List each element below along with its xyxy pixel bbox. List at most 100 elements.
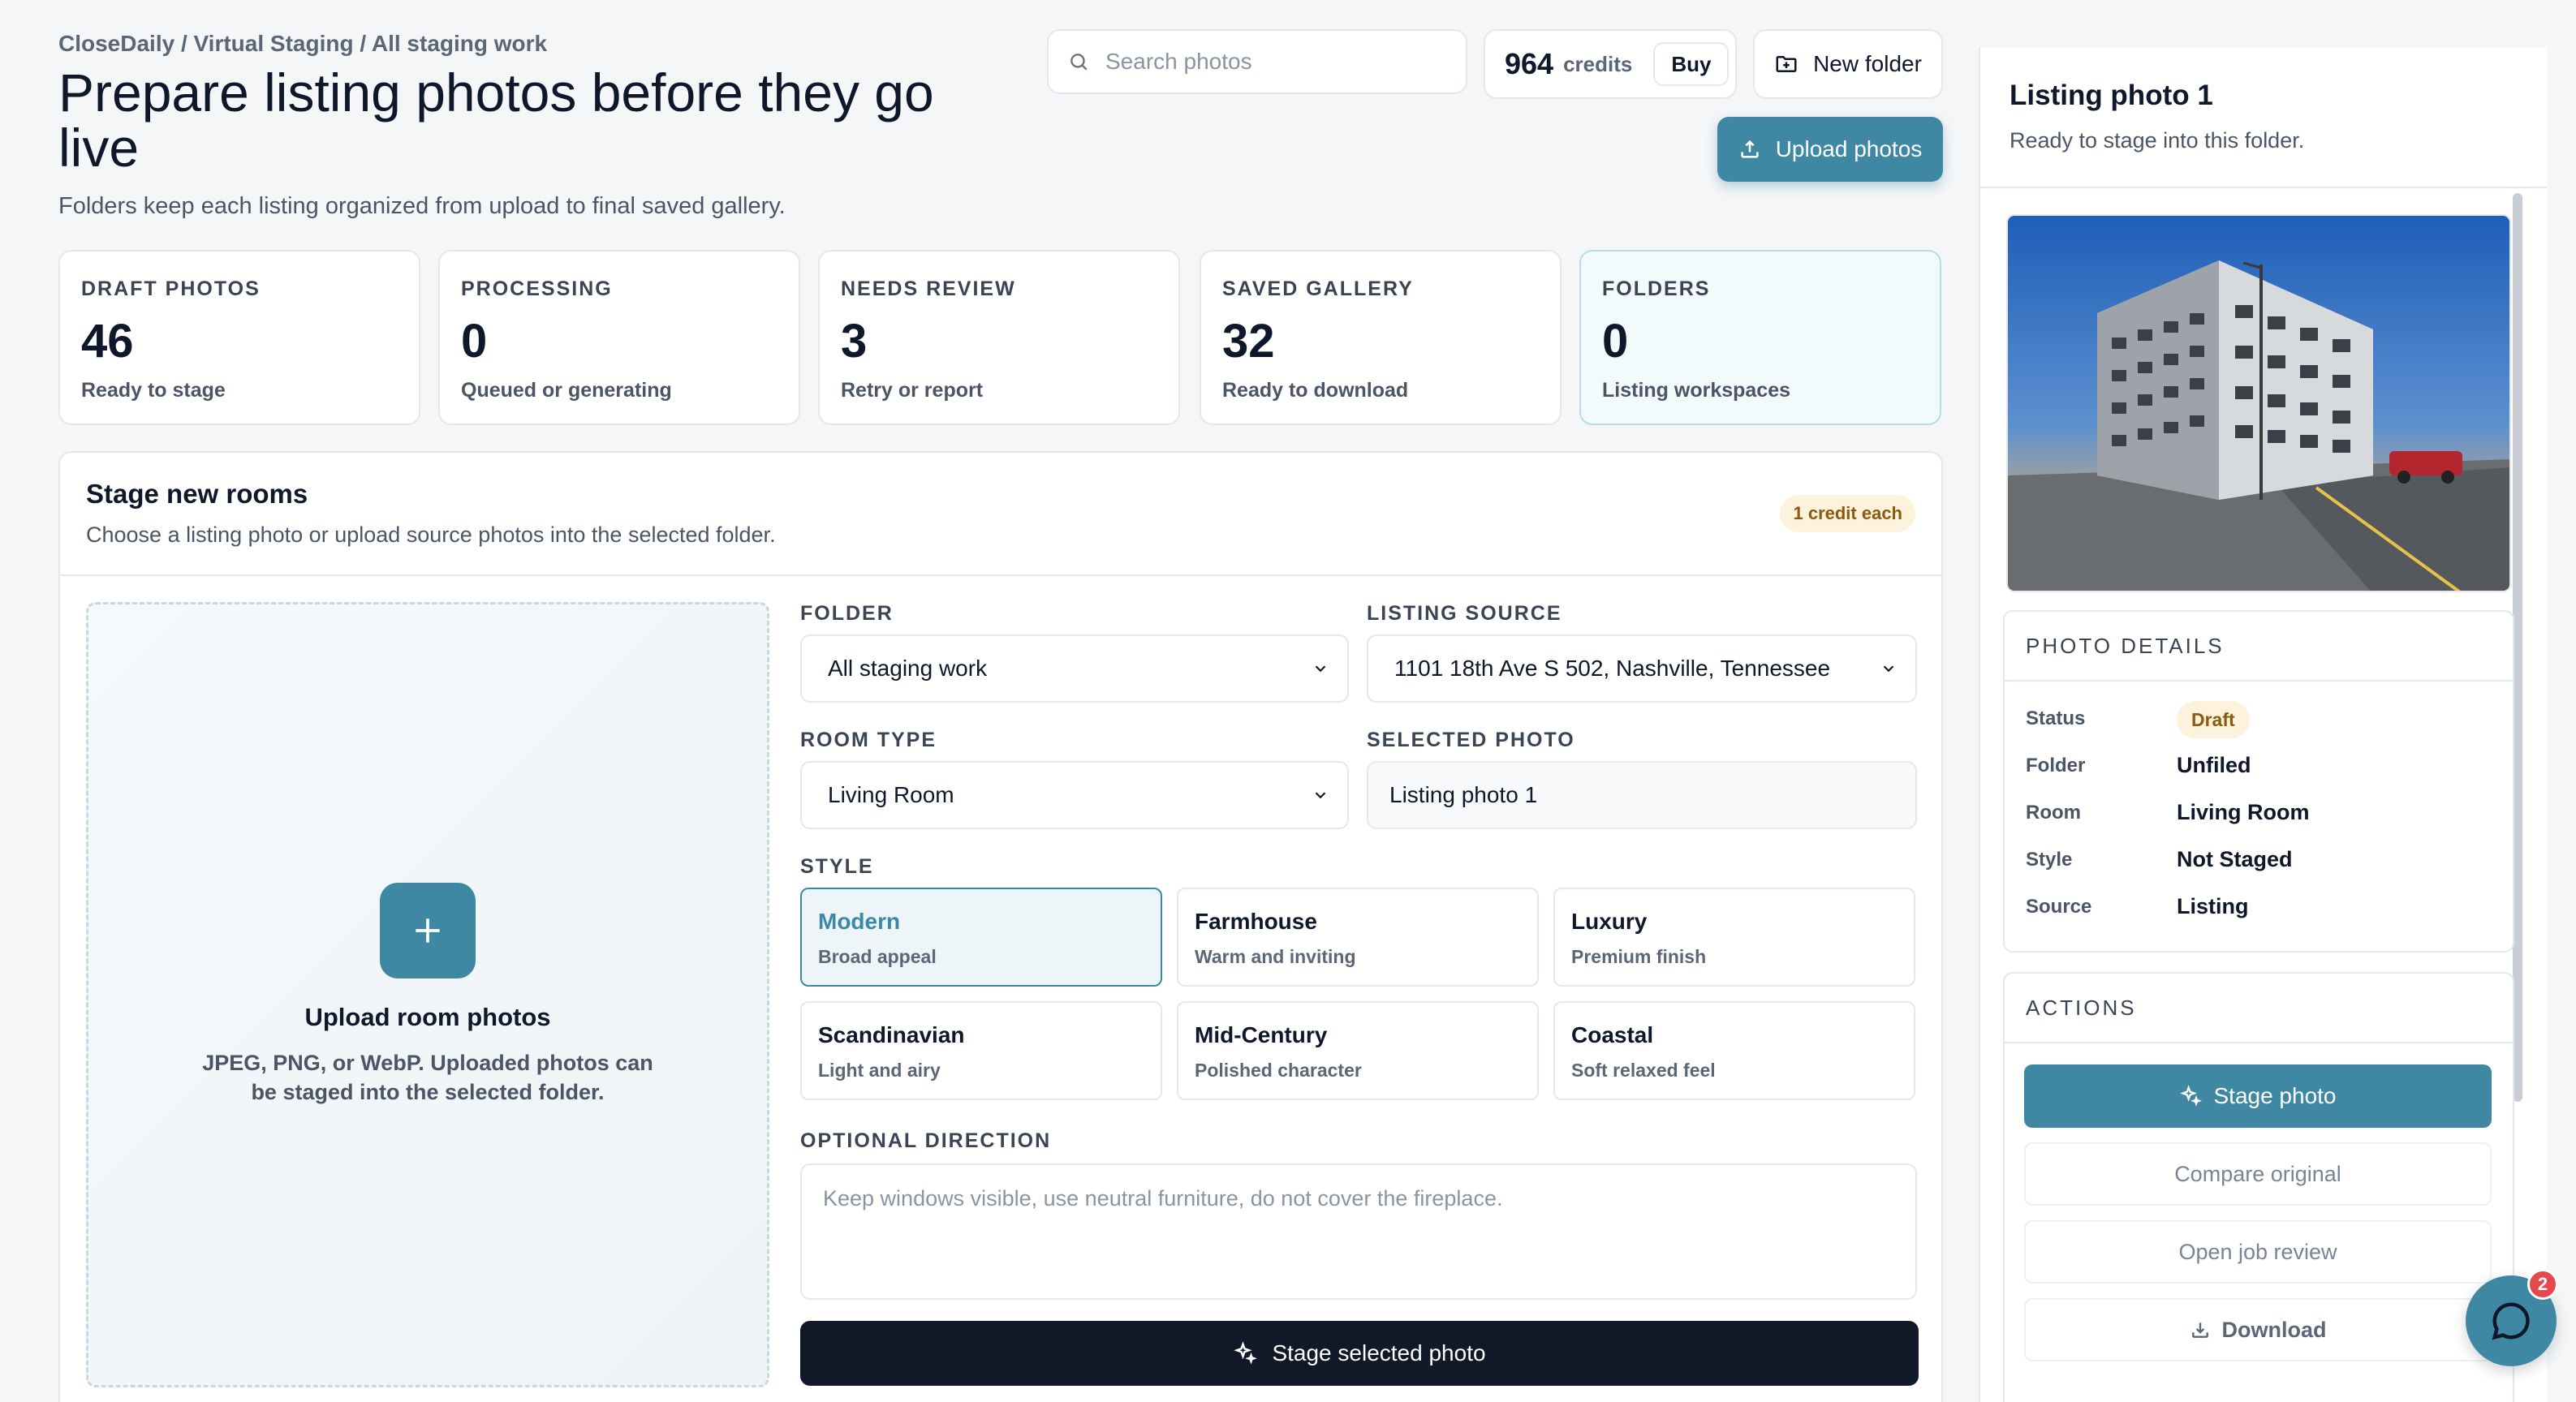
sparkles-icon xyxy=(1234,1341,1258,1365)
detail-key-room: Room xyxy=(2026,802,2081,824)
open-job-review-button[interactable]: Open job review xyxy=(2024,1220,2492,1284)
compare-original-button[interactable]: Compare original xyxy=(2024,1142,2492,1206)
selected-photo-field[interactable]: Listing photo 1 xyxy=(1367,761,1917,829)
detail-key-style: Style xyxy=(2026,849,2073,871)
style-desc: Polished character xyxy=(1195,1060,1362,1081)
listing-photo-preview[interactable] xyxy=(2006,214,2511,592)
style-option-coastal[interactable]: Coastal Soft relaxed feel xyxy=(1553,1001,1915,1100)
stat-value: 3 xyxy=(841,315,868,368)
download-icon xyxy=(2191,1322,2208,1338)
stage-panel-subtitle: Choose a listing photo or upload source … xyxy=(86,523,776,547)
style-name: Scandinavian xyxy=(818,1022,965,1047)
stat-card-folders[interactable]: FOLDERS 0 Listing workspaces xyxy=(1579,250,1941,425)
style-name: Farmhouse xyxy=(1195,909,1317,934)
stat-caption: DRAFT PHOTOS xyxy=(81,277,261,300)
stage-photo-button[interactable]: Stage photo xyxy=(2024,1064,2492,1128)
new-folder-label: New folder xyxy=(1813,51,1922,76)
upload-photos-button[interactable]: Upload photos xyxy=(1717,117,1943,182)
stat-subtext: Queued or generating xyxy=(461,379,672,402)
room-type-select[interactable]: Living Room xyxy=(800,761,1349,829)
stat-value: 0 xyxy=(1602,315,1629,368)
stage-panel-title: Stage new rooms xyxy=(86,479,308,509)
sparkles-icon xyxy=(2180,1085,2203,1107)
style-option-scandinavian[interactable]: Scandinavian Light and airy xyxy=(800,1001,1162,1100)
sidebar-header: Listing photo 1 Ready to stage into this… xyxy=(1980,47,2547,188)
stat-subtext: Retry or report xyxy=(841,379,984,402)
search-icon xyxy=(1070,54,1088,71)
stage-panel-header: Stage new rooms Choose a listing photo o… xyxy=(60,453,1941,576)
style-desc: Broad appeal xyxy=(818,946,937,967)
detail-value-source: Listing xyxy=(2177,894,2249,918)
actions-box: ACTIONS Stage photo Compare original Ope… xyxy=(2003,972,2514,1402)
upload-dropzone[interactable]: Upload room photos JPEG, PNG, or WebP. U… xyxy=(86,602,769,1387)
detail-value-style: Not Staged xyxy=(2177,847,2293,871)
style-name: Luxury xyxy=(1571,909,1648,934)
style-label: STYLE xyxy=(800,855,874,878)
style-option-farmhouse[interactable]: Farmhouse Warm and inviting xyxy=(1177,888,1539,987)
stage-selected-photo-button[interactable]: Stage selected photo xyxy=(800,1321,1919,1386)
optional-direction-textarea[interactable]: Keep windows visible, use neutral furnit… xyxy=(800,1163,1917,1300)
stat-caption: FOLDERS xyxy=(1602,277,1711,300)
style-option-modern[interactable]: Modern Broad appeal xyxy=(800,888,1162,987)
stat-subtext: Ready to stage xyxy=(81,379,226,402)
optional-direction-label: OPTIONAL DIRECTION xyxy=(800,1129,1052,1152)
folder-select[interactable]: All staging work xyxy=(800,634,1349,703)
listing-source-select[interactable]: 1101 18th Ave S 502, Nashville, Tennesse… xyxy=(1367,634,1917,703)
style-option-mid-century[interactable]: Mid-Century Polished character xyxy=(1177,1001,1539,1100)
photo-detail-sidebar: Listing photo 1 Ready to stage into this… xyxy=(1979,47,2547,1402)
style-name: Coastal xyxy=(1571,1022,1654,1047)
style-desc: Warm and inviting xyxy=(1195,946,1356,967)
stat-caption: PROCESSING xyxy=(461,277,613,300)
style-desc: Premium finish xyxy=(1571,946,1707,967)
style-desc: Soft relaxed feel xyxy=(1571,1060,1716,1081)
download-button[interactable]: Download xyxy=(2024,1298,2492,1361)
style-desc: Light and airy xyxy=(818,1060,941,1081)
credits-widget: 964 credits Buy xyxy=(1484,29,1737,99)
upload-photos-label: Upload photos xyxy=(1775,136,1923,161)
chat-notification-badge: 2 xyxy=(2527,1269,2558,1300)
chevron-down-icon xyxy=(1883,665,1894,673)
buy-credits-button[interactable]: Buy xyxy=(1653,42,1730,86)
stage-panel: Stage new rooms Choose a listing photo o… xyxy=(58,451,1943,1402)
search-placeholder: Search photos xyxy=(1105,49,1252,74)
stage-photo-label: Stage photo xyxy=(2213,1083,2337,1108)
detail-key-status: Status xyxy=(2026,707,2086,729)
download-label: Download xyxy=(2221,1317,2327,1342)
credits-count: 964 xyxy=(1505,47,1554,80)
listing-source-value: 1101 18th Ave S 502, Nashville, Tennesse… xyxy=(1394,656,1831,681)
plus-icon[interactable] xyxy=(380,883,476,978)
listing-source-label: LISTING SOURCE xyxy=(1367,602,1562,625)
breadcrumb[interactable]: CloseDaily / Virtual Staging / All stagi… xyxy=(58,31,547,57)
style-name: Modern xyxy=(818,909,901,934)
detail-key-source: Source xyxy=(2026,896,2092,918)
style-name: Mid-Century xyxy=(1195,1022,1328,1047)
chat-icon xyxy=(2492,1302,2530,1340)
stat-card-saved-gallery[interactable]: SAVED GALLERY 32 Ready to download xyxy=(1200,250,1562,425)
stat-subtext: Listing workspaces xyxy=(1602,379,1791,402)
stat-subtext: Ready to download xyxy=(1222,379,1409,402)
stats-row: DRAFT PHOTOS 46 Ready to stage PROCESSIN… xyxy=(58,250,1943,425)
direction-placeholder: Keep windows visible, use neutral furnit… xyxy=(823,1186,1503,1211)
credits-label: credits xyxy=(1563,51,1633,76)
sidebar-title: Listing photo 1 xyxy=(2010,80,2213,111)
stat-card-needs-review[interactable]: NEEDS REVIEW 3 Retry or report xyxy=(818,250,1180,425)
dropzone-subtitle: JPEG, PNG, or WebP. Uploaded photos can … xyxy=(202,1051,653,1104)
photo-details-box: PHOTO DETAILS Status Draft Folder Unfile… xyxy=(2003,610,2514,953)
main-content: CloseDaily / Virtual Staging / All stagi… xyxy=(58,0,1943,1402)
detail-value-room: Living Room xyxy=(2177,800,2310,824)
stat-value: 32 xyxy=(1222,315,1275,368)
stat-card-draft[interactable]: DRAFT PHOTOS 46 Ready to stage xyxy=(58,250,420,425)
stat-value: 46 xyxy=(81,315,134,368)
selected-photo-value: Listing photo 1 xyxy=(1389,782,1538,807)
actions-caption: ACTIONS xyxy=(2005,974,2513,1043)
search-input[interactable]: Search photos xyxy=(1047,29,1467,94)
folder-label: FOLDER xyxy=(800,602,894,625)
upload-icon xyxy=(1741,140,1759,158)
style-option-luxury[interactable]: Luxury Premium finish xyxy=(1553,888,1915,987)
photo-details-caption: PHOTO DETAILS xyxy=(2005,612,2513,682)
folder-plus-icon xyxy=(1776,56,1797,72)
page-title: Prepare listing photos before they go li… xyxy=(58,62,934,178)
stat-card-processing[interactable]: PROCESSING 0 Queued or generating xyxy=(438,250,800,425)
room-type-value: Living Room xyxy=(828,782,954,807)
new-folder-button[interactable]: New folder xyxy=(1753,29,1943,99)
